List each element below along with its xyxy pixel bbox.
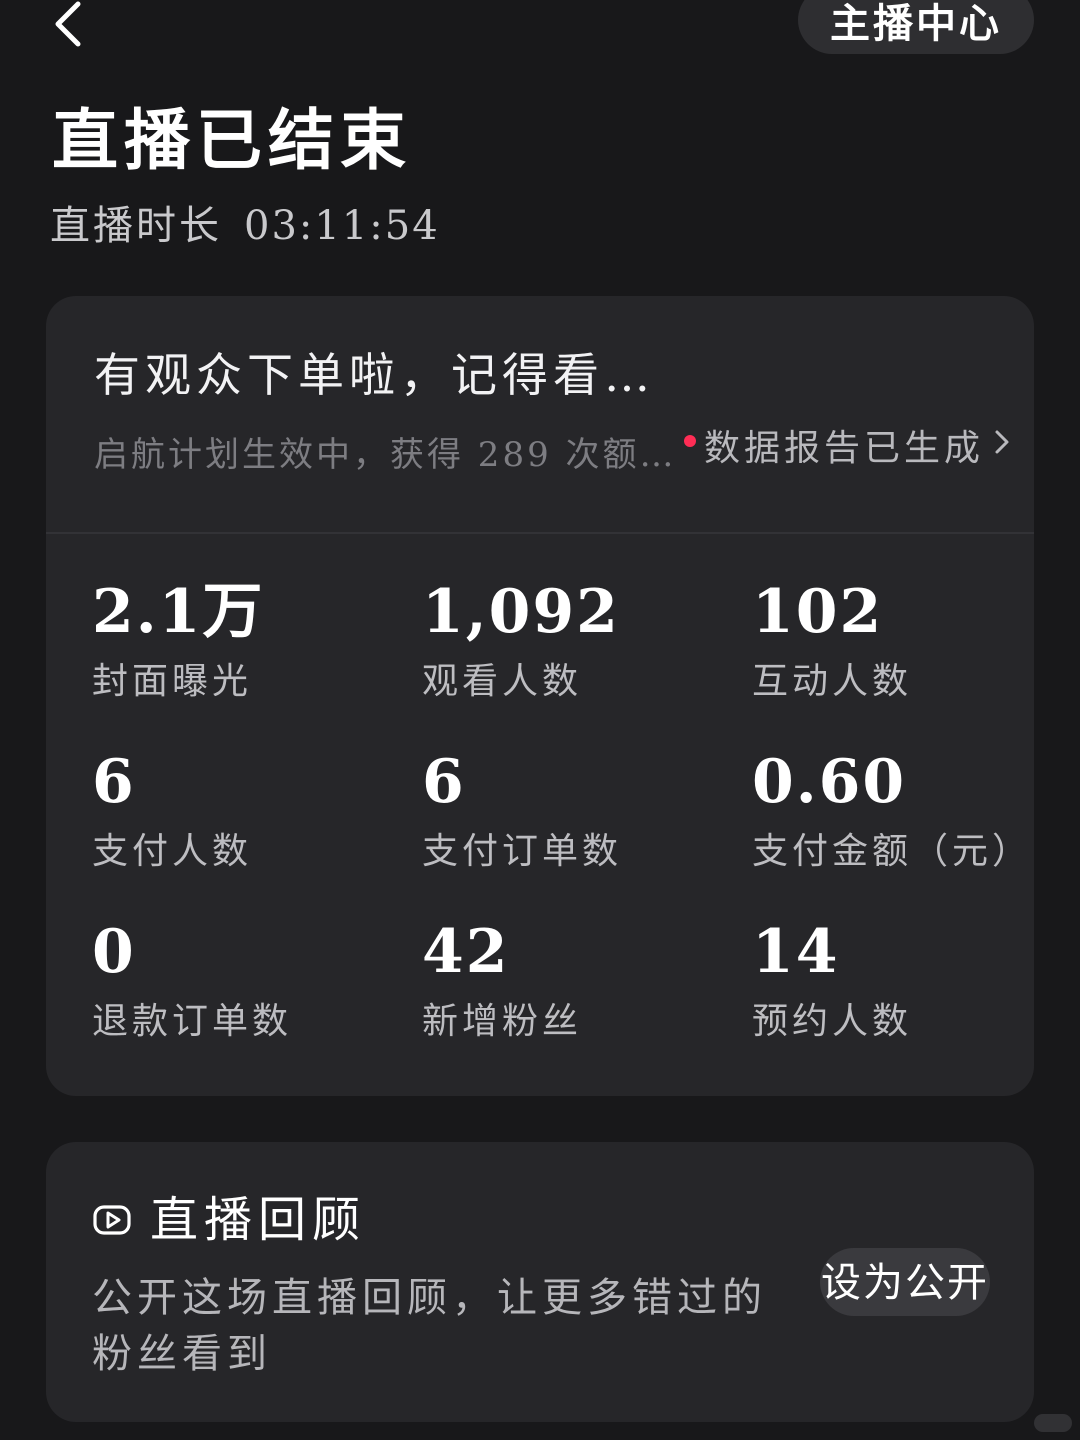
replay-title: 直播回顾 <box>150 1192 367 1248</box>
metric-label: 新增粉丝 <box>422 1001 583 1042</box>
chevron-left-icon <box>55 1 81 47</box>
data-report-link[interactable]: 数据报告已生成 <box>684 424 1010 474</box>
metric-value: 14 <box>752 917 840 987</box>
metric-label: 退款订单数 <box>92 1001 293 1042</box>
metric-value: 6 <box>92 747 136 817</box>
metric-paid-orders[interactable]: 6 支付订单数 <box>422 742 722 880</box>
live-duration: 直播时长 03:11:54 <box>50 198 440 254</box>
metric-paid-amount[interactable]: 0.60 支付金额（元） <box>752 742 1052 880</box>
page-title: 直播已结束 <box>52 101 412 179</box>
metric-value: 0 <box>92 917 136 987</box>
order-notice-subtitle: 启航计划生效中，获得 289 次额… <box>94 435 677 475</box>
metric-label: 封面曝光 <box>92 661 253 702</box>
metric-reservations[interactable]: 14 预约人数 <box>752 912 1052 1050</box>
metric-paying-users[interactable]: 6 支付人数 <box>92 742 392 880</box>
stats-card: 有观众下单啦，记得看… 启航计划生效中，获得 289 次额… 数据报告已生成 2… <box>46 296 1034 1096</box>
back-button[interactable] <box>48 0 92 52</box>
unread-dot-icon <box>684 435 696 447</box>
metric-label: 观看人数 <box>422 661 583 702</box>
metric-value: 42 <box>422 917 510 987</box>
duration-label: 直播时长 <box>50 203 222 249</box>
duration-value: 03:11:54 <box>244 203 440 249</box>
metric-new-followers[interactable]: 42 新增粉丝 <box>422 912 722 1050</box>
replay-description: 公开这场直播回顾，让更多错过的粉丝看到 <box>92 1275 767 1377</box>
chevron-right-icon <box>994 420 1010 470</box>
anchor-center-button[interactable]: 主播中心 <box>798 0 1034 54</box>
metric-value: 1,092 <box>422 577 620 647</box>
video-replay-icon <box>93 1205 131 1235</box>
metric-value: 0.60 <box>752 747 907 817</box>
metric-label: 支付金额（元） <box>752 831 1033 872</box>
card-divider <box>46 532 1034 534</box>
metric-refund-orders[interactable]: 0 退款订单数 <box>92 912 392 1050</box>
live-replay-card: 直播回顾 公开这场直播回顾，让更多错过的粉丝看到 设为公开 <box>46 1142 1034 1422</box>
metric-value: 102 <box>752 577 884 647</box>
metric-cover-exposure[interactable]: 2.1万 封面曝光 <box>92 572 392 710</box>
replay-header: 直播回顾 <box>92 1188 366 1252</box>
metric-label: 预约人数 <box>752 1001 913 1042</box>
order-notice-title[interactable]: 有观众下单啦，记得看… <box>94 344 655 406</box>
metric-value: 2.1万 <box>92 577 265 647</box>
metric-viewers[interactable]: 1,092 观看人数 <box>422 572 722 710</box>
metric-interactions[interactable]: 102 互动人数 <box>752 572 1052 710</box>
watermark-logo <box>1034 1414 1072 1432</box>
make-public-button[interactable]: 设为公开 <box>820 1248 990 1316</box>
data-report-label: 数据报告已生成 <box>704 428 985 469</box>
metric-value: 6 <box>422 747 466 817</box>
metric-label: 支付订单数 <box>422 831 623 872</box>
metric-label: 支付人数 <box>92 831 253 872</box>
metric-label: 互动人数 <box>752 661 913 702</box>
